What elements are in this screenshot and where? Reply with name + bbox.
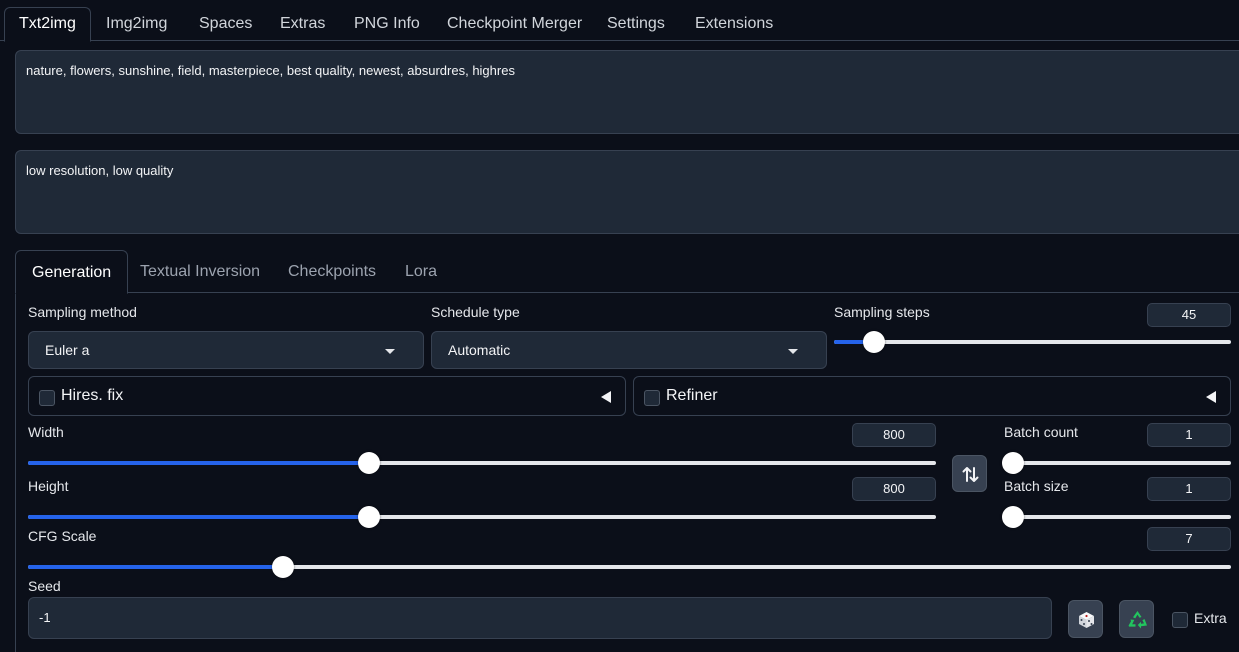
tab-checkpoint-merger[interactable]: Checkpoint Merger (447, 8, 582, 40)
tab-lora[interactable]: Lora (405, 250, 437, 292)
refiner-accordion[interactable]: Refiner (633, 376, 1231, 416)
batch-count-slider[interactable] (1002, 452, 1231, 474)
width-input[interactable]: 800 (852, 423, 936, 447)
collapse-triangle-icon[interactable] (601, 391, 611, 403)
hires-fix-checkbox[interactable] (39, 390, 55, 406)
tab-textual-inversion[interactable]: Textual Inversion (140, 250, 260, 292)
schedule-type-value: Automatic (448, 342, 511, 358)
sampling-method-select[interactable]: Euler a (28, 331, 424, 369)
recycle-icon (1128, 611, 1147, 629)
tab-spaces[interactable]: Spaces (199, 8, 252, 40)
batch-size-input[interactable]: 1 (1147, 477, 1231, 501)
cfg-scale-label: CFG Scale (28, 528, 97, 544)
dice-icon (1079, 612, 1094, 628)
slider-thumb[interactable] (357, 452, 380, 474)
sampling-method-value: Euler a (45, 342, 90, 358)
refiner-label: Refiner (666, 387, 718, 404)
tab-generation[interactable]: Generation (15, 250, 129, 294)
random-seed-button[interactable] (1068, 600, 1103, 638)
chevron-down-icon (788, 349, 798, 354)
tab-checkpoints[interactable]: Checkpoints (288, 250, 376, 292)
height-label: Height (28, 478, 69, 494)
sampling-steps-input[interactable]: 45 (1147, 303, 1231, 327)
tab-png-info[interactable]: PNG Info (354, 8, 420, 40)
swap-dimensions-icon (962, 467, 979, 482)
height-input[interactable]: 800 (852, 477, 936, 501)
reuse-seed-button[interactable] (1119, 600, 1154, 638)
slider-fill (28, 461, 369, 465)
seed-label: Seed (28, 578, 61, 594)
tab-img2img[interactable]: Img2img (106, 8, 167, 40)
slider-thumb[interactable] (1002, 452, 1024, 474)
cfg-scale-slider[interactable] (28, 556, 1231, 578)
chevron-down-icon (385, 349, 395, 354)
tab-extensions[interactable]: Extensions (695, 8, 773, 40)
batch-count-label: Batch count (1004, 424, 1078, 440)
seed-input[interactable]: -1 (28, 597, 1052, 639)
hires-fix-accordion[interactable]: Hires. fix (28, 376, 626, 416)
sampling-steps-slider[interactable] (834, 331, 1231, 353)
height-slider[interactable] (28, 506, 936, 528)
extra-seed-checkbox[interactable] (1172, 612, 1188, 628)
tab-settings[interactable]: Settings (607, 8, 665, 40)
schedule-type-select[interactable]: Automatic (431, 331, 827, 369)
extra-seed-label: Extra (1194, 610, 1227, 626)
slider-thumb[interactable] (272, 556, 295, 578)
swap-dimensions-button[interactable] (952, 455, 987, 492)
sampling-steps-label: Sampling steps (834, 304, 930, 320)
tab-extras[interactable]: Extras (280, 8, 325, 40)
slider-thumb[interactable] (357, 506, 380, 528)
refiner-checkbox[interactable] (644, 390, 660, 406)
cfg-scale-input[interactable]: 7 (1147, 527, 1231, 551)
batch-size-label: Batch size (1004, 478, 1069, 494)
slider-fill (28, 565, 284, 569)
hires-fix-label: Hires. fix (61, 387, 124, 404)
negative-prompt-input[interactable]: low resolution, low quality (15, 150, 1239, 234)
batch-count-input[interactable]: 1 (1147, 423, 1231, 447)
positive-prompt-input[interactable]: nature, flowers, sunshine, field, master… (15, 50, 1239, 134)
slider-thumb[interactable] (1002, 506, 1024, 528)
tab-txt2img[interactable]: Txt2img (4, 7, 91, 42)
sampling-method-label: Sampling method (28, 304, 137, 320)
slider-fill (28, 515, 369, 519)
batch-size-slider[interactable] (1002, 506, 1231, 528)
schedule-type-label: Schedule type (431, 304, 520, 320)
slider-thumb[interactable] (862, 331, 885, 353)
width-slider[interactable] (28, 452, 936, 474)
collapse-triangle-icon[interactable] (1206, 391, 1216, 403)
width-label: Width (28, 424, 64, 440)
